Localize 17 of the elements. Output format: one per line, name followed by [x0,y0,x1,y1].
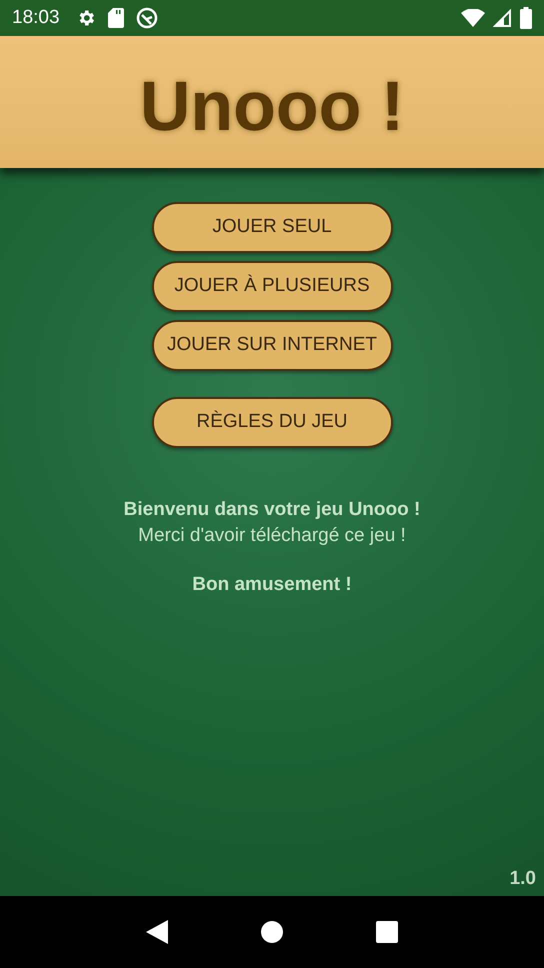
signal-icon [493,8,512,28]
menu-button[interactable]: JOUER À PLUSIEURS [152,261,392,312]
welcome-text: Merci d'avoir téléchargé ce jeu ! [138,524,406,548]
back-icon[interactable] [146,920,168,944]
menu-button[interactable]: JOUER SUR INTERNET [152,320,392,371]
wifi-icon [461,9,485,27]
app-title: Unooo ! [140,71,404,141]
welcome-text: Bienvenu dans votre jeu Unooo ! [124,498,420,522]
closing-text: Bon amusement ! [192,573,352,597]
menu-button[interactable]: RÈGLES DU JEU [152,397,392,448]
version-label: 1.0 [510,866,536,890]
battery-icon [520,7,532,29]
recents-icon[interactable] [376,921,398,943]
status-time: 18:03 [12,6,60,30]
menu-button[interactable]: JOUER SEUL [152,202,392,253]
home-icon[interactable] [260,921,283,943]
sd-card-icon [108,8,124,28]
